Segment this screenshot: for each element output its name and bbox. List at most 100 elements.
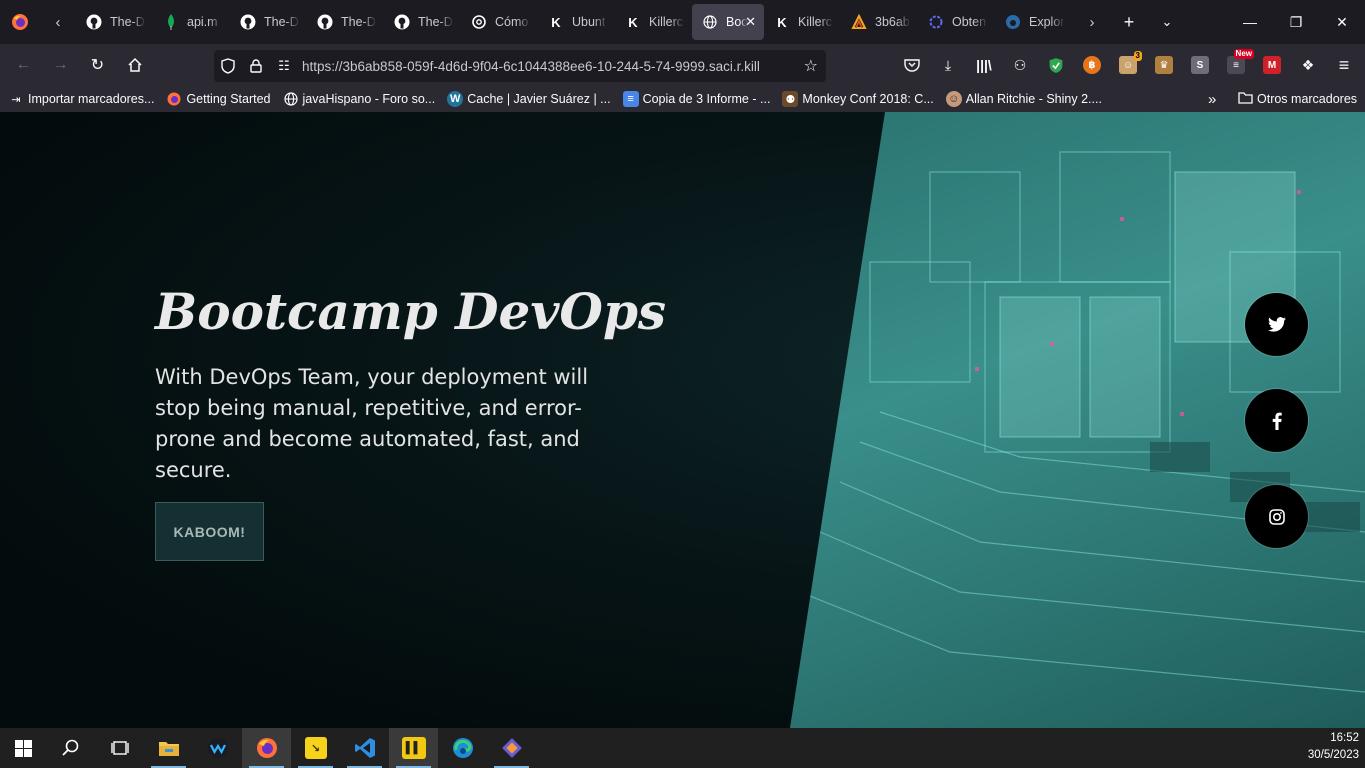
bookmark-label: Copia de 3 Informe - ... — [642, 92, 771, 106]
list-all-tabs-chevron-icon[interactable]: ⌄ — [1148, 0, 1186, 44]
sticky-notes-icon[interactable]: ↘ — [291, 728, 340, 768]
edge-taskbar-icon[interactable] — [438, 728, 487, 768]
tab-label: Cómo — [495, 15, 529, 29]
extensions-puzzle-icon[interactable]: ❖ — [1290, 49, 1326, 81]
bookmark-label: Importar marcadores... — [28, 92, 155, 106]
tab-scroll-left-icon[interactable]: ‹ — [40, 0, 76, 44]
system-clock[interactable]: 16:52 30/5/2023 — [1308, 730, 1359, 764]
bookmark-copia-informe[interactable]: ≡ Copia de 3 Informe - ... — [622, 91, 771, 107]
home-icon[interactable] — [117, 49, 152, 81]
tab-scroll-right-icon[interactable]: › — [1074, 0, 1110, 44]
tab-label: api.m — [187, 15, 218, 29]
powerbi-icon[interactable]: ▌▌ — [389, 728, 438, 768]
firefox-taskbar-icon[interactable] — [242, 728, 291, 768]
bookmark-label: Allan Ritchie - Shiny 2.... — [965, 92, 1102, 106]
bookmark-label: Monkey Conf 2018: C... — [802, 92, 934, 106]
close-window-icon[interactable]: ✕ — [1319, 0, 1365, 44]
hamburger-menu-icon[interactable]: ≡ — [1326, 49, 1362, 81]
tab-obten[interactable]: Obten — [918, 4, 995, 40]
tab-ubuntu[interactable]: K Ubunt — [538, 4, 615, 40]
close-tab-icon[interactable]: ✕ — [745, 14, 756, 30]
bookmark-import[interactable]: ⇥ Importar marcadores... — [8, 91, 154, 107]
bookmark-star-icon[interactable]: ☆ — [804, 56, 818, 76]
tab-killercoda-2[interactable]: K Killerc — [764, 4, 841, 40]
hero-description: With DevOps Team, your deployment will s… — [155, 365, 589, 482]
tab-como[interactable]: Cómo — [461, 4, 538, 40]
facebook-button[interactable] — [1245, 389, 1308, 452]
bookmark-allan-ritchie[interactable]: ☺ Allan Ritchie - Shiny 2.... — [945, 91, 1102, 107]
killercoda-icon: K — [777, 14, 787, 30]
search-icon[interactable] — [46, 728, 95, 768]
shield-icon[interactable] — [214, 58, 242, 74]
edge-icon — [1005, 14, 1021, 30]
navigation-toolbar: ← → ↻ ☷ https://3b6ab858-059f-4d6d-9f04-… — [0, 44, 1365, 86]
lion-extension-icon[interactable]: ♛ — [1146, 49, 1182, 81]
bookmark-monkey-conf[interactable]: ⚉ Monkey Conf 2018: C... — [782, 91, 934, 107]
tab-label: The-D — [110, 15, 145, 29]
tab-bootcamp-active[interactable]: Boo ✕ — [692, 4, 764, 40]
tab-label: Killerc — [798, 15, 833, 29]
tab-github-1[interactable]: The-D — [76, 4, 153, 40]
library-icon[interactable]: |||\ — [966, 49, 1002, 81]
url-text[interactable]: https://3b6ab858-059f-4d6d-9f04-6c104438… — [302, 59, 792, 74]
tab-strip: ‹ The-D api.m The-D The-D The-D Cómo K U… — [0, 0, 1365, 44]
import-icon: ⇥ — [11, 93, 21, 106]
forward-arrow-icon[interactable]: → — [43, 49, 78, 81]
avatar-icon: ☺ — [945, 91, 962, 107]
tab-github-4[interactable]: The-D — [384, 4, 461, 40]
lock-icon[interactable] — [242, 59, 270, 73]
windows-taskbar: ↘ ▌▌ 16:52 30/5/2023 — [0, 728, 1365, 768]
tab-3b6ab[interactable]: 3b6ab — [841, 4, 918, 40]
minimize-icon[interactable]: — — [1227, 0, 1273, 44]
firefox-icon — [166, 91, 182, 107]
bookmark-javahispano[interactable]: javaHispano - Foro so... — [283, 91, 436, 107]
folder-icon — [1238, 91, 1253, 107]
task-view-icon[interactable] — [95, 728, 144, 768]
bookmark-cache[interactable]: W Cache | Javier Suárez | ... — [447, 91, 611, 107]
tab-label: The-D — [341, 15, 376, 29]
tab-api[interactable]: api.m — [153, 4, 230, 40]
instagram-icon — [1268, 508, 1285, 525]
m-extension-icon[interactable]: M — [1254, 49, 1290, 81]
webex-icon[interactable] — [193, 728, 242, 768]
twitter-button[interactable] — [1245, 293, 1308, 356]
tab-killercoda-1[interactable]: K Killerc — [615, 4, 692, 40]
new-badge: New — [1233, 49, 1254, 59]
bolt-icon — [851, 14, 867, 30]
tab-label: The-D — [418, 15, 453, 29]
pocket-icon[interactable] — [894, 49, 930, 81]
permissions-icon[interactable]: ☷ — [270, 58, 298, 74]
clock-time: 16:52 — [1330, 732, 1359, 744]
back-arrow-icon[interactable]: ← — [6, 49, 41, 81]
hero-title: Bootcamp DevOps — [155, 282, 667, 341]
vscode-icon[interactable] — [340, 728, 389, 768]
file-explorer-icon[interactable] — [144, 728, 193, 768]
restore-icon[interactable]: ❐ — [1273, 0, 1319, 44]
start-button[interactable] — [0, 728, 46, 768]
instagram-button[interactable] — [1245, 485, 1308, 548]
reload-icon[interactable]: ↻ — [80, 49, 115, 81]
bookmark-label: javaHispano - Foro so... — [302, 92, 436, 106]
bookmark-getting-started[interactable]: Getting Started — [166, 91, 271, 107]
tab-github-2[interactable]: The-D — [230, 4, 307, 40]
tab-explorer[interactable]: Explor — [995, 4, 1072, 40]
facebook-icon — [1272, 412, 1282, 430]
s-extension-icon[interactable]: S — [1182, 49, 1218, 81]
other-bookmarks[interactable]: Otros marcadores — [1238, 86, 1357, 112]
git-app-icon[interactable] — [487, 728, 536, 768]
tab-list: The-D api.m The-D The-D The-D Cómo K Ubu… — [76, 0, 1072, 44]
kaboom-button[interactable]: KABOOM! — [155, 502, 264, 561]
firefox-menu-icon[interactable] — [0, 0, 40, 44]
new-tab-plus-icon[interactable]: + — [1110, 0, 1148, 44]
tab-github-3[interactable]: The-D — [307, 4, 384, 40]
address-bar[interactable]: ☷ https://3b6ab858-059f-4d6d-9f04-6c1044… — [214, 50, 826, 82]
more-bookmarks-chevron-icon[interactable]: » — [1208, 86, 1216, 112]
github-icon — [317, 14, 333, 30]
bookmarks-toolbar: ⇥ Importar marcadores... Getting Started… — [0, 86, 1365, 112]
bitcoin-extension-icon[interactable]: ฿ — [1074, 49, 1110, 81]
spy-extension-icon[interactable]: ⚇ — [1002, 49, 1038, 81]
adblock-shield-icon[interactable] — [1038, 49, 1074, 81]
downloads-icon[interactable]: ⤓ — [930, 49, 966, 81]
news-extension-icon[interactable]: ≡ New — [1218, 49, 1254, 81]
notification-extension-icon[interactable]: ☺ 3 — [1110, 49, 1146, 81]
